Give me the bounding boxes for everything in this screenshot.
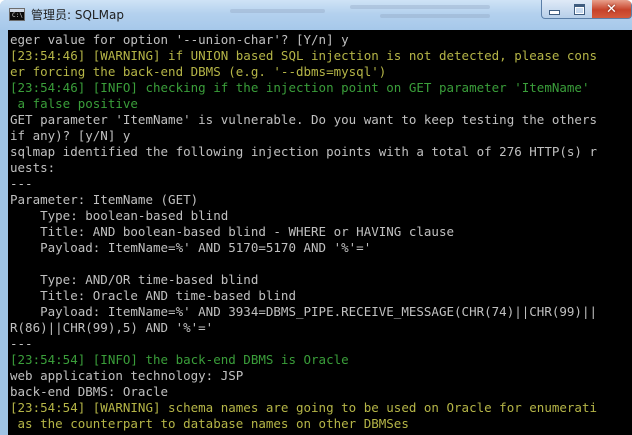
console-line: [23:54:54] [WARNING] schema names are go… xyxy=(10,400,597,415)
terminal-output[interactable]: eger value for option '--union-char'? [Y… xyxy=(8,30,632,435)
console-line: --- xyxy=(10,176,33,191)
console-line: Type: AND/OR time-based blind xyxy=(10,272,259,287)
console-line: Type: boolean-based blind xyxy=(10,208,229,223)
console-line: Parameter: ItemName (GET) xyxy=(10,192,199,207)
console-line: [23:54:46] [INFO] checking if the inject… xyxy=(10,80,590,95)
console-line: Payload: ItemName=%' AND 3934=DBMS_PIPE.… xyxy=(10,304,597,319)
window-title: 管理员: SQLMap xyxy=(31,8,124,22)
console-line: eger value for option '--union-char'? [Y… xyxy=(10,32,349,47)
title-bar[interactable]: C:\ 管理员: SQLMap ✕ xyxy=(0,0,632,30)
console-icon[interactable]: C:\ xyxy=(9,8,25,21)
console-line: [23:54:54] [INFO] the back-end DBMS is O… xyxy=(10,352,349,367)
console-line: as the counterpart to database names on … xyxy=(10,416,409,431)
background-blur xyxy=(230,9,325,13)
console-line: Payload: ItemName=%' AND 5170=5170 AND '… xyxy=(10,240,372,255)
console-window: C:\ 管理员: SQLMap ✕ eger value for option … xyxy=(0,0,632,435)
console-line: --- xyxy=(10,336,33,351)
console-line: web application technology: JSP xyxy=(10,368,244,383)
minimize-button[interactable] xyxy=(541,0,568,19)
console-line: a false positive xyxy=(10,96,138,111)
close-icon: ✕ xyxy=(606,1,617,17)
minimize-icon xyxy=(549,9,560,15)
console-line: GET parameter 'ItemName' is vulnerable. … xyxy=(10,112,597,127)
console-line: Title: AND boolean-based blind - WHERE o… xyxy=(10,224,455,239)
console-line: uests: xyxy=(10,160,56,175)
background-blur xyxy=(380,14,490,18)
console-line: sqlmap identified the following injectio… xyxy=(10,144,597,159)
console-line: Title: Oracle AND time-based blind xyxy=(10,288,296,303)
maximize-button[interactable] xyxy=(567,0,593,19)
console-line: er forcing the back-end DBMS (e.g. '--db… xyxy=(10,64,387,79)
console-lines: eger value for option '--union-char'? [Y… xyxy=(10,32,597,432)
maximize-icon xyxy=(574,3,585,15)
close-button[interactable]: ✕ xyxy=(592,0,632,19)
background-blur xyxy=(350,5,490,9)
console-line: if any)? [y/N] y xyxy=(10,128,131,143)
console-line: [23:54:46] [WARNING] if UNION based SQL … xyxy=(10,48,597,63)
console-line: back-end DBMS: Oracle xyxy=(10,384,169,399)
console-line: R(86)||CHR(99),5) AND '%'=' xyxy=(10,320,214,335)
